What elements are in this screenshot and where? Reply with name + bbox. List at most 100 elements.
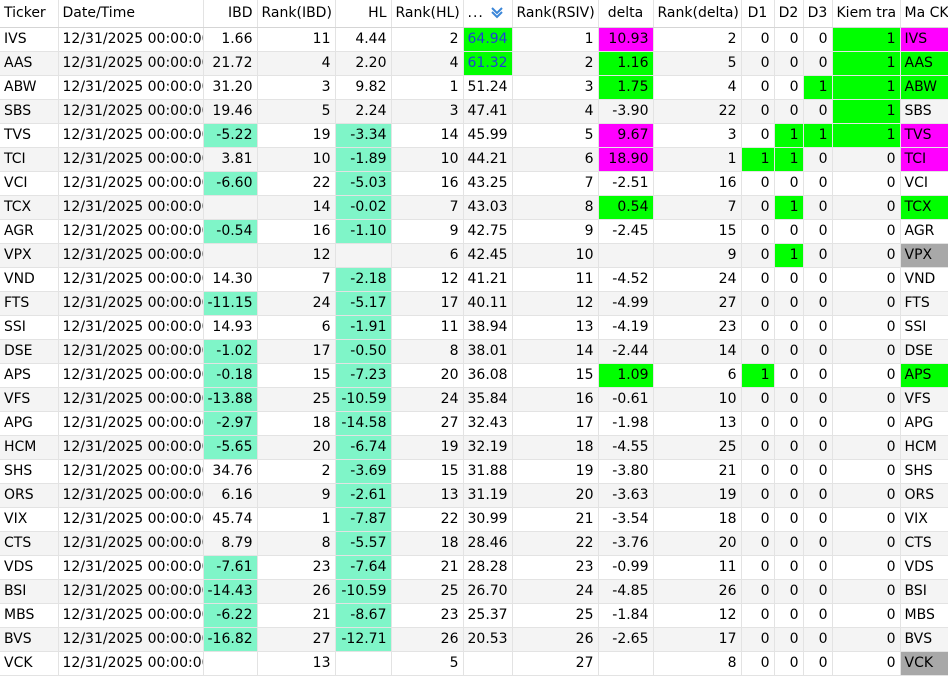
- cell-ma-ck[interactable]: ORS: [900, 483, 948, 508]
- cell-rank-ibd[interactable]: 13: [257, 651, 336, 676]
- cell-d2[interactable]: 0: [774, 291, 804, 316]
- cell-ticker[interactable]: FTS: [0, 291, 59, 316]
- cell-ma-ck[interactable]: SHS: [900, 459, 948, 484]
- cell-d3[interactable]: 0: [803, 651, 833, 676]
- cell-ibd[interactable]: -14.43: [203, 579, 258, 604]
- cell-delta[interactable]: -2.51: [598, 171, 654, 196]
- cell-hl[interactable]: -2.61: [335, 483, 392, 508]
- cell-d3[interactable]: 0: [803, 267, 833, 292]
- cell-ma-ck[interactable]: DSE: [900, 339, 948, 364]
- cell-rank-delta[interactable]: 5: [653, 51, 742, 76]
- cell-hl[interactable]: 2.24: [335, 99, 392, 124]
- table-row-vpx[interactable]: VPX 12/31/2025 00:00:00 12 6 42.45 10 9 …: [0, 243, 948, 268]
- cell-ibd[interactable]: -1.02: [203, 339, 258, 364]
- cell-delta[interactable]: 18.90: [598, 147, 654, 172]
- cell-d3[interactable]: 0: [803, 531, 833, 556]
- cell-rank-hl[interactable]: 17: [391, 291, 464, 316]
- cell-rank-ibd[interactable]: 4: [257, 51, 336, 76]
- cell-hl[interactable]: 9.82: [335, 75, 392, 100]
- cell-rank-hl[interactable]: 4: [391, 51, 464, 76]
- cell-rsiv[interactable]: 28.46: [463, 531, 513, 556]
- cell-rank-delta[interactable]: 8: [653, 651, 742, 676]
- cell-ticker[interactable]: HCM: [0, 435, 59, 460]
- header-d1[interactable]: D1: [741, 0, 775, 28]
- cell-hl[interactable]: -6.74: [335, 435, 392, 460]
- cell-ma-ck[interactable]: IVS: [900, 27, 948, 52]
- cell-rank-rsiv[interactable]: 6: [512, 147, 599, 172]
- cell-rank-hl[interactable]: 14: [391, 123, 464, 148]
- cell-rank-ibd[interactable]: 15: [257, 363, 336, 388]
- cell-d3[interactable]: 0: [803, 507, 833, 532]
- cell-kiem-tra[interactable]: 0: [832, 267, 901, 292]
- cell-ibd[interactable]: -6.60: [203, 171, 258, 196]
- cell-ticker[interactable]: TVS: [0, 123, 59, 148]
- cell-rank-delta[interactable]: 9: [653, 243, 742, 268]
- table-row-aps[interactable]: APS 12/31/2025 00:00:00 -0.18 15 -7.23 2…: [0, 363, 948, 388]
- cell-rank-ibd[interactable]: 17: [257, 339, 336, 364]
- cell-rsiv[interactable]: 47.41: [463, 99, 513, 124]
- cell-kiem-tra[interactable]: 1: [832, 51, 901, 76]
- cell-ma-ck[interactable]: HCM: [900, 435, 948, 460]
- header-rank-ibd[interactable]: Rank(IBD): [257, 0, 336, 28]
- cell-d3[interactable]: 0: [803, 243, 833, 268]
- cell-hl[interactable]: [335, 651, 392, 676]
- cell-rank-ibd[interactable]: 12: [257, 243, 336, 268]
- cell-d1[interactable]: 0: [741, 219, 775, 244]
- cell-rank-hl[interactable]: 7: [391, 195, 464, 220]
- cell-rank-rsiv[interactable]: 9: [512, 219, 599, 244]
- cell-datetime[interactable]: 12/31/2025 00:00:00: [58, 339, 204, 364]
- cell-d1[interactable]: 0: [741, 291, 775, 316]
- table-row-vnd[interactable]: VND 12/31/2025 00:00:00 14.30 7 -2.18 12…: [0, 267, 948, 292]
- cell-delta[interactable]: -1.98: [598, 411, 654, 436]
- header-ma-ck[interactable]: Ma CK: [900, 0, 948, 28]
- cell-rank-rsiv[interactable]: 11: [512, 267, 599, 292]
- cell-rsiv[interactable]: 35.84: [463, 387, 513, 412]
- table-row-bvs[interactable]: BVS 12/31/2025 00:00:00 -16.82 27 -12.71…: [0, 627, 948, 652]
- cell-hl[interactable]: -1.10: [335, 219, 392, 244]
- cell-rank-rsiv[interactable]: 16: [512, 387, 599, 412]
- cell-rank-delta[interactable]: 18: [653, 507, 742, 532]
- cell-delta[interactable]: 9.67: [598, 123, 654, 148]
- cell-d3[interactable]: 0: [803, 627, 833, 652]
- cell-ibd[interactable]: 1.66: [203, 27, 258, 52]
- cell-rsiv[interactable]: 64.94: [463, 27, 513, 52]
- cell-rank-rsiv[interactable]: 5: [512, 123, 599, 148]
- cell-rsiv[interactable]: 38.94: [463, 315, 513, 340]
- cell-rank-rsiv[interactable]: 14: [512, 339, 599, 364]
- table-row-sbs[interactable]: SBS 12/31/2025 00:00:00 19.46 5 2.24 3 4…: [0, 99, 948, 124]
- cell-rank-ibd[interactable]: 2: [257, 459, 336, 484]
- cell-rank-ibd[interactable]: 11: [257, 27, 336, 52]
- cell-ibd[interactable]: 19.46: [203, 99, 258, 124]
- cell-ma-ck[interactable]: VCI: [900, 171, 948, 196]
- cell-datetime[interactable]: 12/31/2025 00:00:00: [58, 387, 204, 412]
- cell-rank-ibd[interactable]: 21: [257, 603, 336, 628]
- cell-hl[interactable]: -10.59: [335, 387, 392, 412]
- cell-kiem-tra[interactable]: 0: [832, 291, 901, 316]
- cell-rank-hl[interactable]: 15: [391, 459, 464, 484]
- cell-d2[interactable]: 0: [774, 435, 804, 460]
- cell-rank-delta[interactable]: 14: [653, 339, 742, 364]
- cell-kiem-tra[interactable]: 0: [832, 483, 901, 508]
- table-row-apg[interactable]: APG 12/31/2025 00:00:00 -2.97 18 -14.58 …: [0, 411, 948, 436]
- cell-rsiv[interactable]: 51.24: [463, 75, 513, 100]
- cell-d2[interactable]: 0: [774, 363, 804, 388]
- cell-datetime[interactable]: 12/31/2025 00:00:00: [58, 219, 204, 244]
- table-row-bsi[interactable]: BSI 12/31/2025 00:00:00 -14.43 26 -10.59…: [0, 579, 948, 604]
- cell-kiem-tra[interactable]: 0: [832, 531, 901, 556]
- cell-ma-ck[interactable]: AGR: [900, 219, 948, 244]
- cell-d3[interactable]: 0: [803, 435, 833, 460]
- cell-rank-hl[interactable]: 24: [391, 387, 464, 412]
- cell-ticker[interactable]: TCI: [0, 147, 59, 172]
- cell-rank-delta[interactable]: 24: [653, 267, 742, 292]
- cell-rank-delta[interactable]: 21: [653, 459, 742, 484]
- cell-ibd[interactable]: -2.97: [203, 411, 258, 436]
- cell-hl[interactable]: -7.64: [335, 555, 392, 580]
- cell-rank-rsiv[interactable]: 15: [512, 363, 599, 388]
- cell-d2[interactable]: 0: [774, 579, 804, 604]
- cell-d1[interactable]: 0: [741, 195, 775, 220]
- cell-d2[interactable]: 0: [774, 459, 804, 484]
- cell-d1[interactable]: 0: [741, 507, 775, 532]
- cell-rsiv[interactable]: 40.11: [463, 291, 513, 316]
- cell-datetime[interactable]: 12/31/2025 00:00:00: [58, 435, 204, 460]
- cell-datetime[interactable]: 12/31/2025 00:00:00: [58, 459, 204, 484]
